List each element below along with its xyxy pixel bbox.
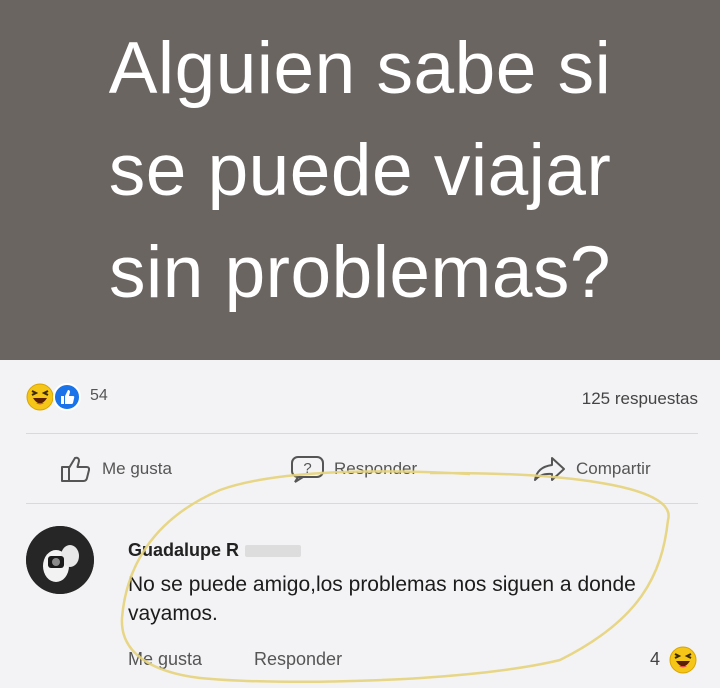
redaction-mark xyxy=(245,545,302,558)
svg-text:?: ? xyxy=(303,460,311,477)
comment-actions: Me gusta Responder 4 xyxy=(128,646,698,677)
share-arrow-icon xyxy=(532,454,568,484)
question-bubble-icon: ? xyxy=(290,454,326,484)
laughing-emoji-icon xyxy=(26,383,54,411)
like-label: Me gusta xyxy=(102,459,172,478)
comment-author[interactable]: Guadalupe R xyxy=(128,540,302,561)
thumbs-up-icon xyxy=(58,454,94,484)
question-text: Alguien sabe si se puede viajar sin prob… xyxy=(0,18,720,324)
post-panel: 54 125 respuestas Me gusta ? Responder C… xyxy=(0,360,720,688)
post-stats-row: 54 125 respuestas xyxy=(26,382,698,412)
question-line-3: sin problemas? xyxy=(108,232,612,313)
question-line-2: se puede viajar xyxy=(108,130,612,211)
share-label: Compartir xyxy=(576,459,651,478)
like-badge-icon xyxy=(53,383,81,411)
divider xyxy=(26,433,698,434)
reply-count[interactable]: 125 respuestas xyxy=(582,389,698,409)
like-count: 54 xyxy=(90,387,108,404)
reaction-icons[interactable] xyxy=(26,382,82,412)
like-button[interactable]: Me gusta xyxy=(58,452,172,486)
comment-reaction-count: 4 xyxy=(649,649,660,669)
share-button[interactable]: Compartir xyxy=(532,452,651,486)
comment-like-button[interactable]: Me gusta xyxy=(128,649,202,670)
comment-text: No se puede amigo,los problemas nos sigu… xyxy=(128,573,636,625)
question-banner: Alguien sabe si se puede viajar sin prob… xyxy=(0,0,720,360)
question-line-1: Alguien sabe si xyxy=(108,28,612,109)
laughing-emoji-icon[interactable] xyxy=(668,645,698,680)
avatar[interactable] xyxy=(26,526,94,594)
reply-button[interactable]: ? Responder xyxy=(290,452,417,486)
divider xyxy=(26,503,698,504)
comment-reply-button[interactable]: Responder xyxy=(254,649,342,670)
post-actions: Me gusta ? Responder Compartir xyxy=(0,452,720,488)
reply-label: Responder xyxy=(334,459,418,478)
author-name: Guadalupe R xyxy=(128,540,240,560)
